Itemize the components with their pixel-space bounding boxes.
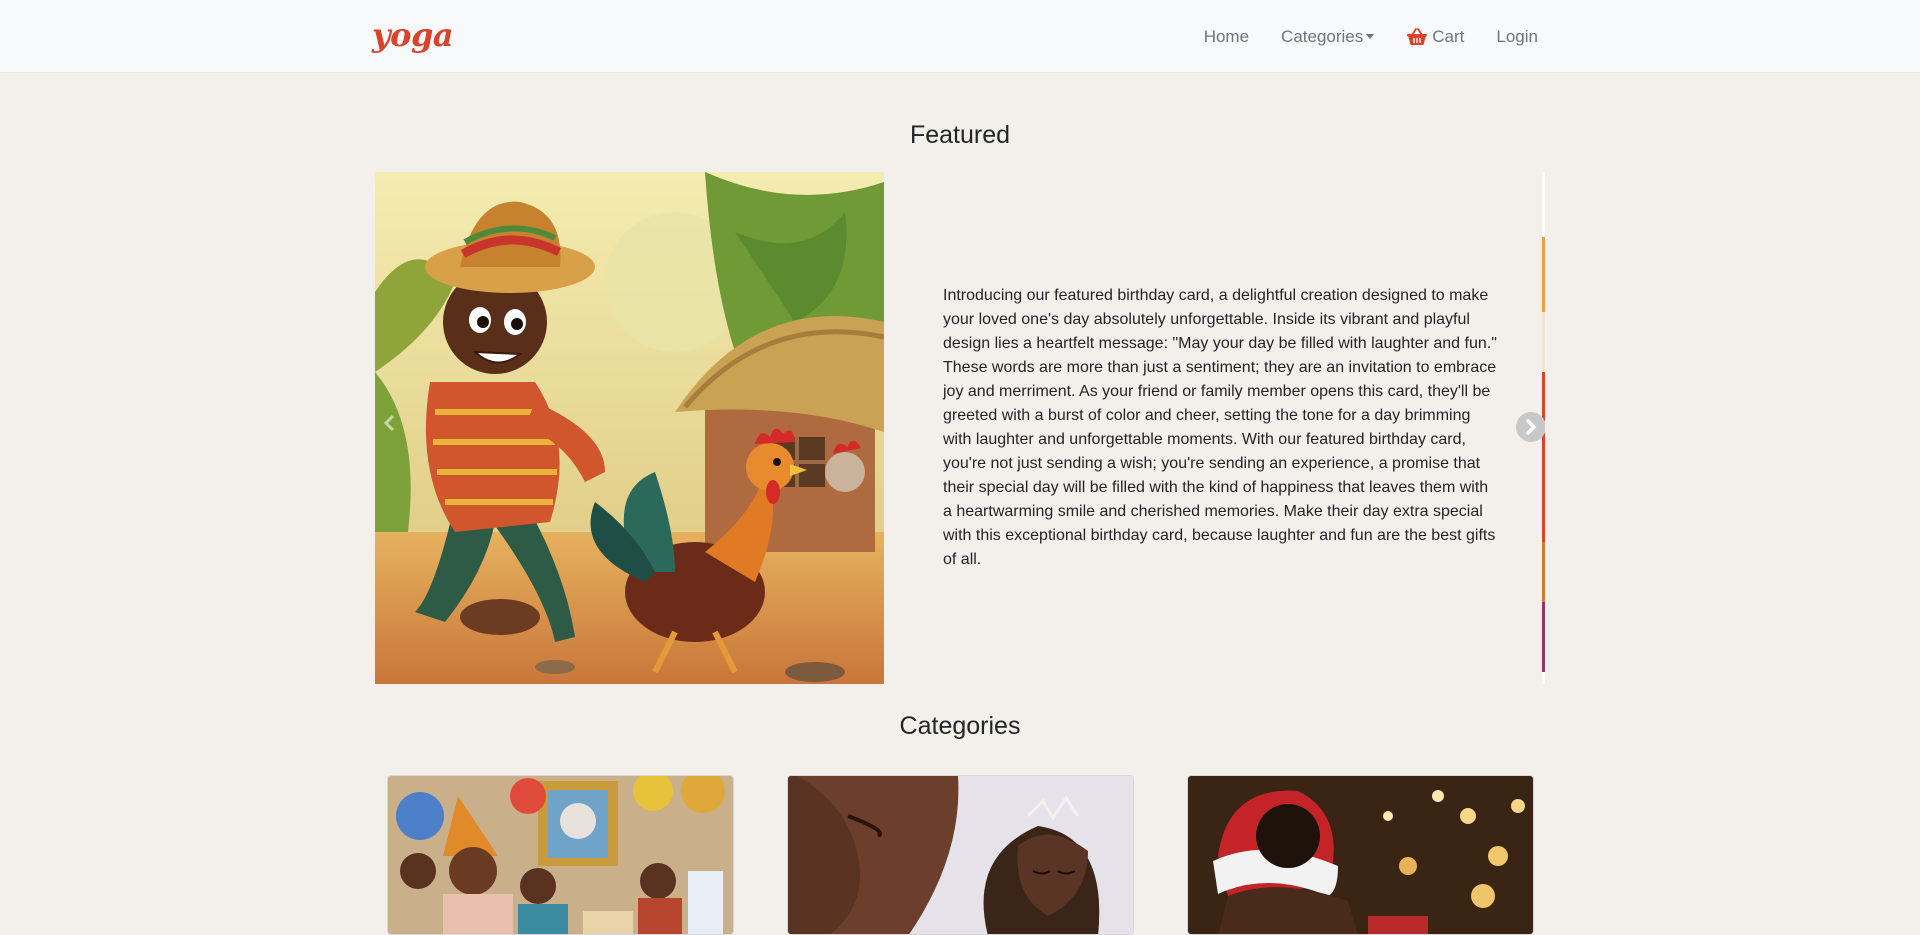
- caret-down-icon: [1366, 34, 1375, 39]
- featured-carousel: Introducing our featured birthday card, …: [375, 172, 1545, 684]
- category-card-birthday[interactable]: [387, 775, 734, 935]
- category-card-image: [1188, 776, 1533, 934]
- featured-heading: Featured: [909, 121, 1011, 149]
- nav-cart-link[interactable]: Cart: [1390, 27, 1480, 47]
- chevron-left-icon[interactable]: [379, 412, 409, 442]
- navbar: yoga Home Categories Cart Login: [0, 0, 1920, 73]
- featured-card-image[interactable]: [375, 172, 884, 684]
- featured-description: Introducing our featured birthday card, …: [943, 287, 1497, 568]
- categories-heading: Categories: [899, 712, 1021, 740]
- category-card-christmas[interactable]: [1187, 775, 1534, 935]
- chevron-right-icon[interactable]: [1516, 412, 1545, 442]
- category-card-image: [388, 776, 733, 934]
- nav-categories-dropdown[interactable]: Categories: [1265, 27, 1390, 47]
- nav-login-link[interactable]: Login: [1480, 27, 1538, 47]
- nav-home-link[interactable]: Home: [1188, 27, 1265, 47]
- nav-home-label: Home: [1203, 26, 1250, 46]
- category-card-image: [788, 776, 1133, 934]
- basket-icon: [1407, 27, 1428, 45]
- nav-cart-label: Cart: [1432, 26, 1465, 46]
- nav-categories-label: Categories: [1281, 26, 1364, 46]
- category-card-wedding[interactable]: [787, 775, 1134, 935]
- nav-links: Home Categories Cart Login: [1188, 0, 1538, 73]
- nav-login-label: Login: [1496, 26, 1538, 46]
- brand-logo[interactable]: yoga: [372, 16, 454, 54]
